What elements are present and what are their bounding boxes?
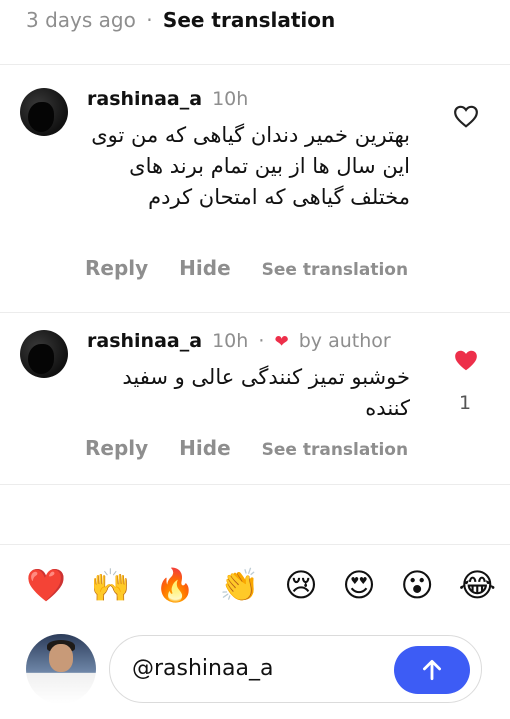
avatar[interactable] — [20, 88, 68, 136]
comment-text: بهترین خمیر دندان گیاهی که من توی این سا… — [91, 123, 410, 209]
separator: · — [146, 8, 153, 32]
timestamp: 10h — [212, 88, 249, 110]
see-translation-link[interactable]: See translation — [262, 440, 408, 460]
comment-header: rashinaa_a 10h — [87, 88, 248, 110]
separator: · — [258, 330, 265, 352]
current-user-avatar — [26, 634, 96, 704]
divider — [0, 544, 510, 545]
comment-item: rashinaa_a 10h · ❤ by author خوشبو تمیز … — [0, 312, 510, 484]
emoji-surprised[interactable]: 😮 — [401, 566, 434, 604]
hide-button[interactable]: Hide — [179, 436, 230, 460]
like-heart-icon[interactable] — [453, 348, 479, 378]
comment-item: rashinaa_a 10h بهترین خمیر دندان گیاهی ک… — [0, 64, 510, 312]
username[interactable]: rashinaa_a — [87, 330, 202, 352]
comment-input-value[interactable]: @rashinaa_a — [132, 656, 273, 681]
liked-by-author-label: by author — [298, 330, 391, 352]
emoji-red-heart[interactable]: ❤️ — [26, 566, 66, 604]
quick-reactions-bar: ❤️ 🙌 🔥 👏 😢 😍 😮 😂 — [26, 566, 496, 604]
emoji-raised-hands[interactable]: 🙌 — [91, 566, 131, 604]
post-age: 3 days ago — [26, 8, 136, 32]
send-button[interactable] — [394, 646, 470, 694]
reply-button[interactable]: Reply — [85, 436, 148, 460]
see-translation-link[interactable]: See translation — [262, 260, 408, 280]
comment-text: خوشبو تمیز کنندگی عالی و سفید کننده — [122, 365, 410, 420]
emoji-clapping[interactable]: 👏 — [220, 566, 260, 604]
like-count: 1 — [459, 392, 472, 414]
like-heart-icon[interactable] — [453, 104, 479, 134]
divider — [0, 484, 510, 485]
hide-button[interactable]: Hide — [179, 256, 230, 280]
avatar[interactable] — [20, 330, 68, 378]
see-translation-link[interactable]: See translation — [163, 8, 335, 32]
comment-actions: Reply Hide See translation — [85, 256, 432, 280]
top-meta: 3 days ago · See translation — [26, 8, 335, 32]
comment-actions: Reply Hide See translation — [85, 436, 432, 460]
timestamp: 10h — [212, 330, 249, 352]
emoji-crying[interactable]: 😢 — [284, 566, 317, 604]
emoji-heart-eyes[interactable]: 😍 — [342, 566, 375, 604]
reply-button[interactable]: Reply — [85, 256, 148, 280]
emoji-laughing[interactable]: 😂 — [459, 566, 496, 604]
arrow-up-icon — [423, 659, 441, 681]
author-heart-icon: ❤ — [274, 332, 289, 352]
comment-header: rashinaa_a 10h · ❤ by author — [87, 330, 391, 352]
emoji-fire[interactable]: 🔥 — [155, 566, 195, 604]
username[interactable]: rashinaa_a — [87, 88, 202, 110]
comment-input[interactable]: @rashinaa_a — [109, 635, 482, 703]
